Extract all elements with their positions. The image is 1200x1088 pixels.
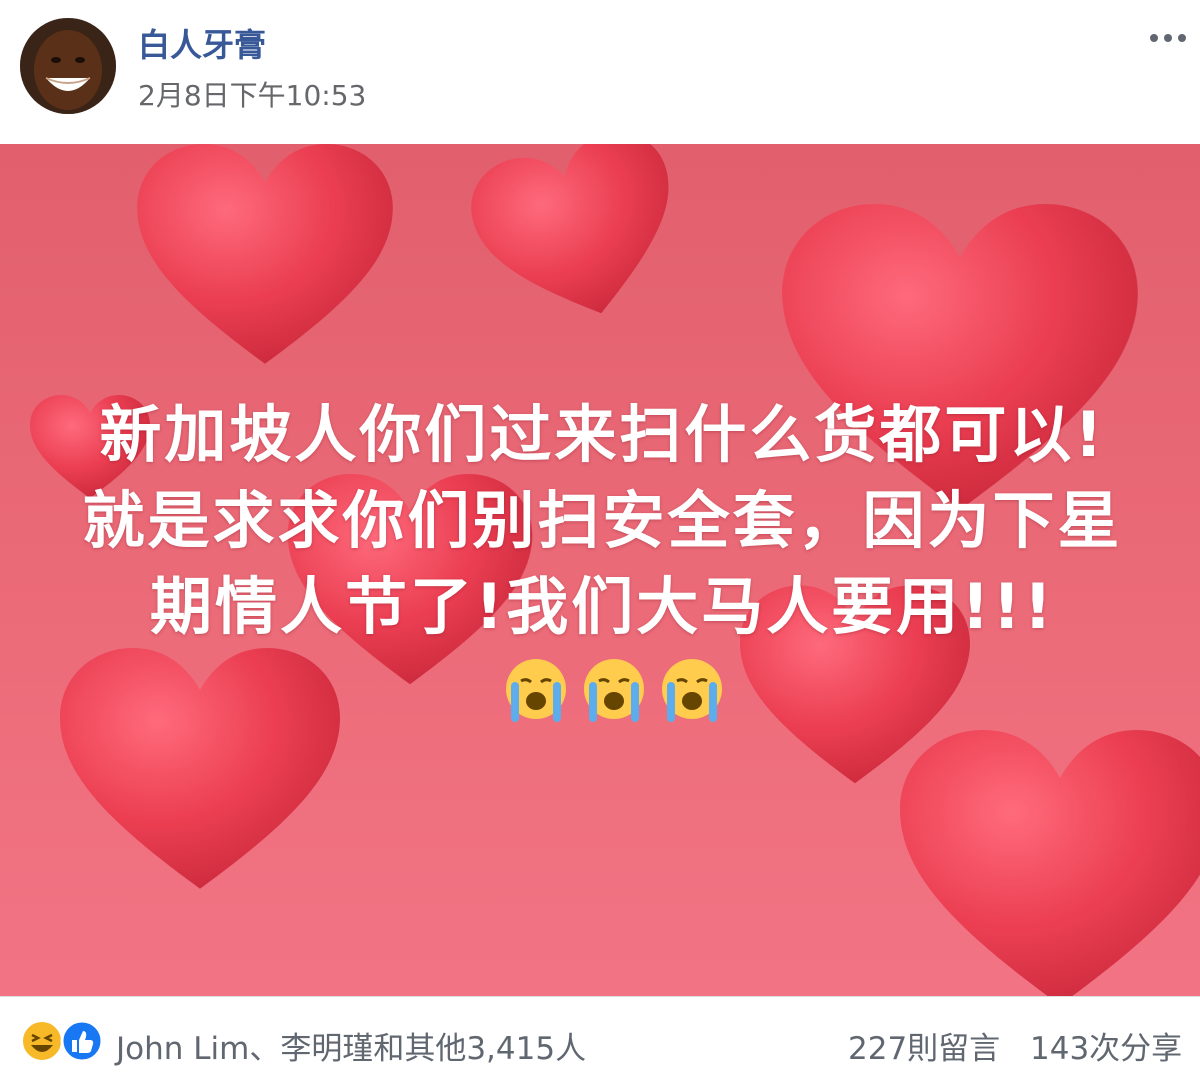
crying-face-icon <box>505 658 566 722</box>
avatar-face-icon <box>20 18 116 114</box>
author-name[interactable]: 白人牙膏 <box>138 20 266 66</box>
post-header: 白人牙膏 2月8日下午10:53 <box>0 0 1200 144</box>
haha-reaction-icon <box>21 1020 63 1062</box>
post-background: 新加坡人你们过来扫什么货都可以!就是求求你们别扫安全套，因为下星期情人节了!我们… <box>0 144 1200 996</box>
emoji-group <box>501 656 727 726</box>
reactors-summary[interactable]: John Lim、李明瑾和其他3,415人 <box>116 1023 586 1068</box>
crying-face-icon <box>583 658 644 722</box>
post-message-text: 新加坡人你们过来扫什么货都可以!就是求求你们别扫安全套，因为下星期情人节了!我们… <box>82 398 1123 643</box>
post-footer: John Lim、李明瑾和其他3,415人 227則留言 143次分享 <box>0 997 1200 1088</box>
share-count[interactable]: 143次分享 <box>1030 1023 1182 1068</box>
crying-face-icon <box>661 658 722 722</box>
author-avatar[interactable] <box>20 18 116 114</box>
comment-count[interactable]: 227則留言 <box>848 1023 1000 1068</box>
reaction-icons[interactable] <box>20 1019 110 1063</box>
post-message: 新加坡人你们过来扫什么货都可以!就是求求你们别扫安全套，因为下星期情人节了!我们… <box>70 392 1135 736</box>
more-options-icon[interactable] <box>1144 24 1192 52</box>
like-reaction-icon <box>60 1019 104 1063</box>
post-timestamp[interactable]: 2月8日下午10:53 <box>138 74 366 114</box>
